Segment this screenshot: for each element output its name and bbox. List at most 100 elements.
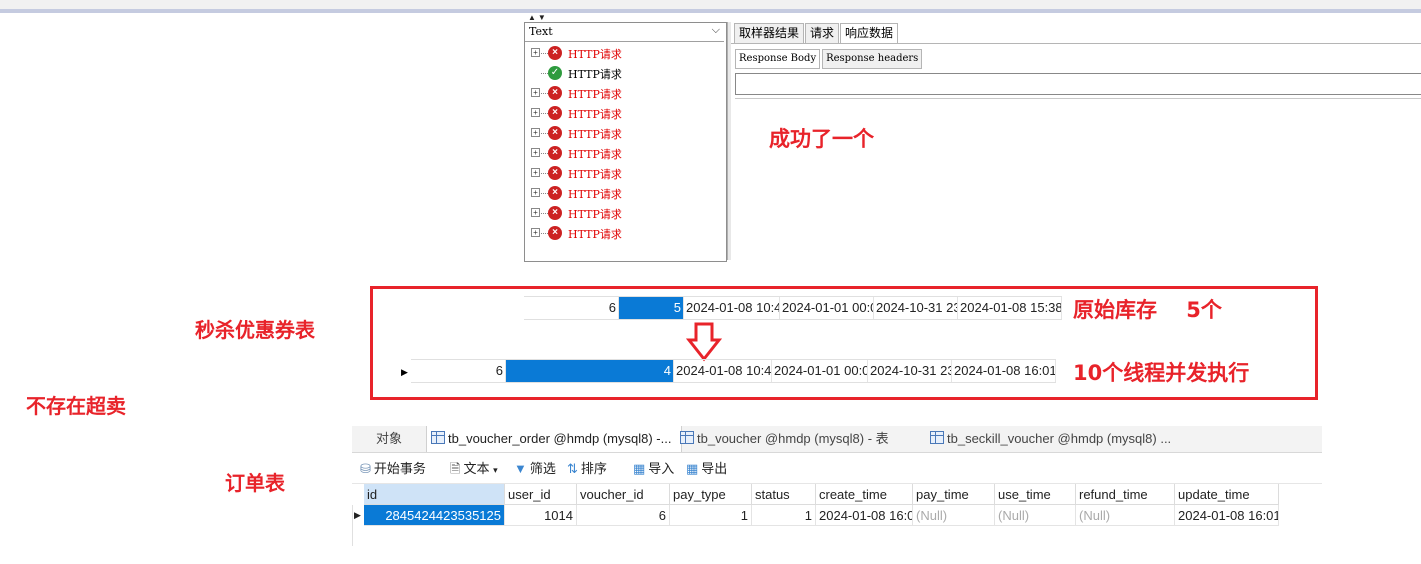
tab-sampler-result[interactable]: 取样器结果 bbox=[734, 23, 805, 43]
sample-tree-item[interactable]: + × HTTP请求 bbox=[525, 103, 724, 123]
tab-request[interactable]: 请求 bbox=[805, 23, 840, 43]
end-time-cell: 2024-10-31 23 bbox=[868, 360, 952, 382]
expand-icon[interactable]: + bbox=[531, 88, 540, 97]
tree-connector bbox=[541, 133, 548, 134]
sample-tree: + × HTTP请求 ✓ HTTP请求 + × HTTP请求 + × HTTP请求 + × HTTP请求 +… bbox=[525, 43, 724, 243]
annotation-order-table: 订单表 bbox=[225, 471, 285, 495]
expand-icon[interactable]: + bbox=[531, 128, 540, 137]
begin-transaction-button[interactable]: ⛁ 开始事务 bbox=[360, 459, 426, 479]
tree-connector bbox=[541, 173, 548, 174]
tree-connector bbox=[541, 233, 548, 234]
seckill-row-before[interactable]: 6 5 2024-01-08 10:4 2024-01-01 00:0 2024… bbox=[524, 296, 1062, 320]
success-shield-icon: ✓ bbox=[548, 66, 562, 80]
database-icon: ⛁ bbox=[360, 461, 371, 476]
stock-cell: 4 bbox=[506, 360, 674, 382]
sample-tree-item[interactable]: + × HTTP请求 bbox=[525, 183, 724, 203]
sort-icon: ⇅ bbox=[567, 461, 578, 476]
sample-tree-item[interactable]: + × HTTP请求 bbox=[525, 123, 724, 143]
annotation-seckill-table: 秒杀优惠券表 bbox=[195, 318, 315, 342]
column-header-create-time[interactable]: create_time bbox=[816, 484, 913, 505]
text-label: 文本 bbox=[463, 461, 490, 476]
cell-refund-time[interactable]: (Null) bbox=[1076, 505, 1175, 526]
sample-label: HTTP请求 bbox=[568, 108, 622, 121]
sample-tree-item[interactable]: + × HTTP请求 bbox=[525, 163, 724, 183]
cell-create-time[interactable]: 2024-01-08 16:0 bbox=[816, 505, 913, 526]
down-arrow-icon bbox=[686, 322, 722, 362]
sample-tree-item[interactable]: + × HTTP请求 bbox=[525, 143, 724, 163]
tab-voucher[interactable]: tb_voucher @hmdp (mysql8) - 表 bbox=[678, 426, 926, 452]
cell-pay-type[interactable]: 1 bbox=[670, 505, 752, 526]
filter-button[interactable]: ▼ 筛选 bbox=[514, 459, 556, 479]
column-header-user-id[interactable]: user_id bbox=[505, 484, 577, 505]
stock-cell: 5 bbox=[619, 297, 684, 319]
error-shield-icon: × bbox=[548, 226, 562, 240]
column-header-id[interactable]: id bbox=[364, 484, 505, 505]
cell-user-id[interactable]: 1014 bbox=[505, 505, 577, 526]
chevron-down-icon[interactable]: ⌵ bbox=[712, 24, 720, 37]
cell-use-time[interactable]: (Null) bbox=[995, 505, 1076, 526]
sort-button[interactable]: ⇅ 排序 bbox=[567, 459, 607, 479]
expand-icon[interactable]: + bbox=[531, 48, 540, 57]
expand-icon[interactable]: + bbox=[531, 108, 540, 117]
column-header-pay-time[interactable]: pay_time bbox=[913, 484, 995, 505]
sort-label: 排序 bbox=[580, 461, 607, 476]
cell-id[interactable]: 2845424423535125 bbox=[364, 505, 505, 526]
export-button[interactable]: ▦ 导出 bbox=[686, 459, 727, 479]
sample-tree-item[interactable]: + × HTTP请求 bbox=[525, 203, 724, 223]
expand-icon[interactable]: + bbox=[531, 168, 540, 177]
error-shield-icon: × bbox=[548, 126, 562, 140]
sample-label: HTTP请求 bbox=[568, 48, 622, 61]
sample-label: HTTP请求 bbox=[568, 168, 622, 181]
tab-seckill-voucher[interactable]: tb_seckill_voucher @hmdp (mysql8) ... bbox=[928, 426, 1180, 452]
cell-pay-time[interactable]: (Null) bbox=[913, 505, 995, 526]
column-header-update-time[interactable]: update_time bbox=[1175, 484, 1279, 505]
view-selector[interactable]: Text ⌵ bbox=[525, 23, 724, 42]
expand-icon[interactable]: + bbox=[531, 228, 540, 237]
tab-response-data[interactable]: 响应数据 bbox=[840, 23, 899, 43]
navicat-tab-bar: 对象 tb_voucher_order @hmdp (mysql8) -... … bbox=[352, 426, 1322, 453]
expand-icon[interactable]: + bbox=[531, 208, 540, 217]
tab-response-body[interactable]: Response Body bbox=[735, 49, 821, 69]
column-header-status[interactable]: status bbox=[752, 484, 816, 505]
sample-label: HTTP请求 bbox=[568, 208, 622, 221]
results-tree-panel: Text ⌵ + × HTTP请求 ✓ HTTP请求 + × HTTP请求 + × HTTP请求 + ×… bbox=[524, 22, 727, 262]
import-button[interactable]: ▦ 导入 bbox=[633, 459, 674, 479]
table-icon bbox=[930, 431, 944, 444]
filter-label: 筛选 bbox=[529, 461, 556, 476]
tab-voucher-order[interactable]: tb_voucher_order @hmdp (mysql8) -... bbox=[426, 426, 682, 452]
error-shield-icon: × bbox=[548, 206, 562, 220]
import-label: 导入 bbox=[648, 461, 675, 476]
response-body-divider bbox=[735, 98, 1421, 99]
cell-update-time[interactable]: 2024-01-08 16:01 bbox=[1175, 505, 1279, 526]
expand-icon[interactable]: + bbox=[531, 148, 540, 157]
splitter-arrows-icon[interactable]: ▲▼ bbox=[528, 13, 548, 22]
begin-time-cell: 2024-01-01 00:0 bbox=[772, 360, 868, 382]
response-search-field[interactable] bbox=[735, 73, 1421, 95]
tab-response-headers[interactable]: Response headers bbox=[822, 49, 923, 69]
import-icon: ▦ bbox=[633, 461, 646, 476]
view-selector-value: Text bbox=[529, 25, 553, 38]
column-header-pay-type[interactable]: pay_type bbox=[670, 484, 752, 505]
column-header-use-time[interactable]: use_time bbox=[995, 484, 1076, 505]
expand-icon[interactable]: + bbox=[531, 188, 540, 197]
text-button[interactable]: 🗎 文本 ▾ bbox=[450, 459, 498, 479]
tree-connector bbox=[541, 73, 548, 74]
sample-tree-item[interactable]: + × HTTP请求 bbox=[525, 83, 724, 103]
column-header-refund-time[interactable]: refund_time bbox=[1076, 484, 1175, 505]
tab-objects[interactable]: 对象 bbox=[376, 426, 426, 452]
sample-label: HTTP请求 bbox=[568, 68, 622, 81]
annotation-original-stock: 原始库存 5个 bbox=[1073, 298, 1222, 322]
annotation-concurrent: 10个线程并发执行 bbox=[1073, 361, 1250, 385]
sample-tree-item[interactable]: + × HTTP请求 bbox=[525, 223, 724, 243]
sample-tree-item[interactable]: + × HTTP请求 bbox=[525, 43, 724, 63]
row-pointer-icon: ▶ bbox=[354, 510, 361, 520]
seckill-row-after[interactable]: 6 4 2024-01-08 10:4 2024-01-01 00:0 2024… bbox=[411, 359, 1056, 383]
table-row[interactable]: ▶ 2845424423535125 1014 6 1 1 2024-01-08… bbox=[352, 505, 1322, 527]
sample-tree-item[interactable]: ✓ HTTP请求 bbox=[525, 63, 724, 83]
column-header-voucher-id[interactable]: voucher_id bbox=[577, 484, 670, 505]
end-time-cell: 2024-10-31 23 bbox=[874, 297, 958, 319]
cell-status[interactable]: 1 bbox=[752, 505, 816, 526]
cell-voucher-id[interactable]: 6 bbox=[577, 505, 670, 526]
tree-connector bbox=[541, 113, 548, 114]
tab-label: tb_seckill_voucher @hmdp (mysql8) ... bbox=[947, 431, 1172, 446]
